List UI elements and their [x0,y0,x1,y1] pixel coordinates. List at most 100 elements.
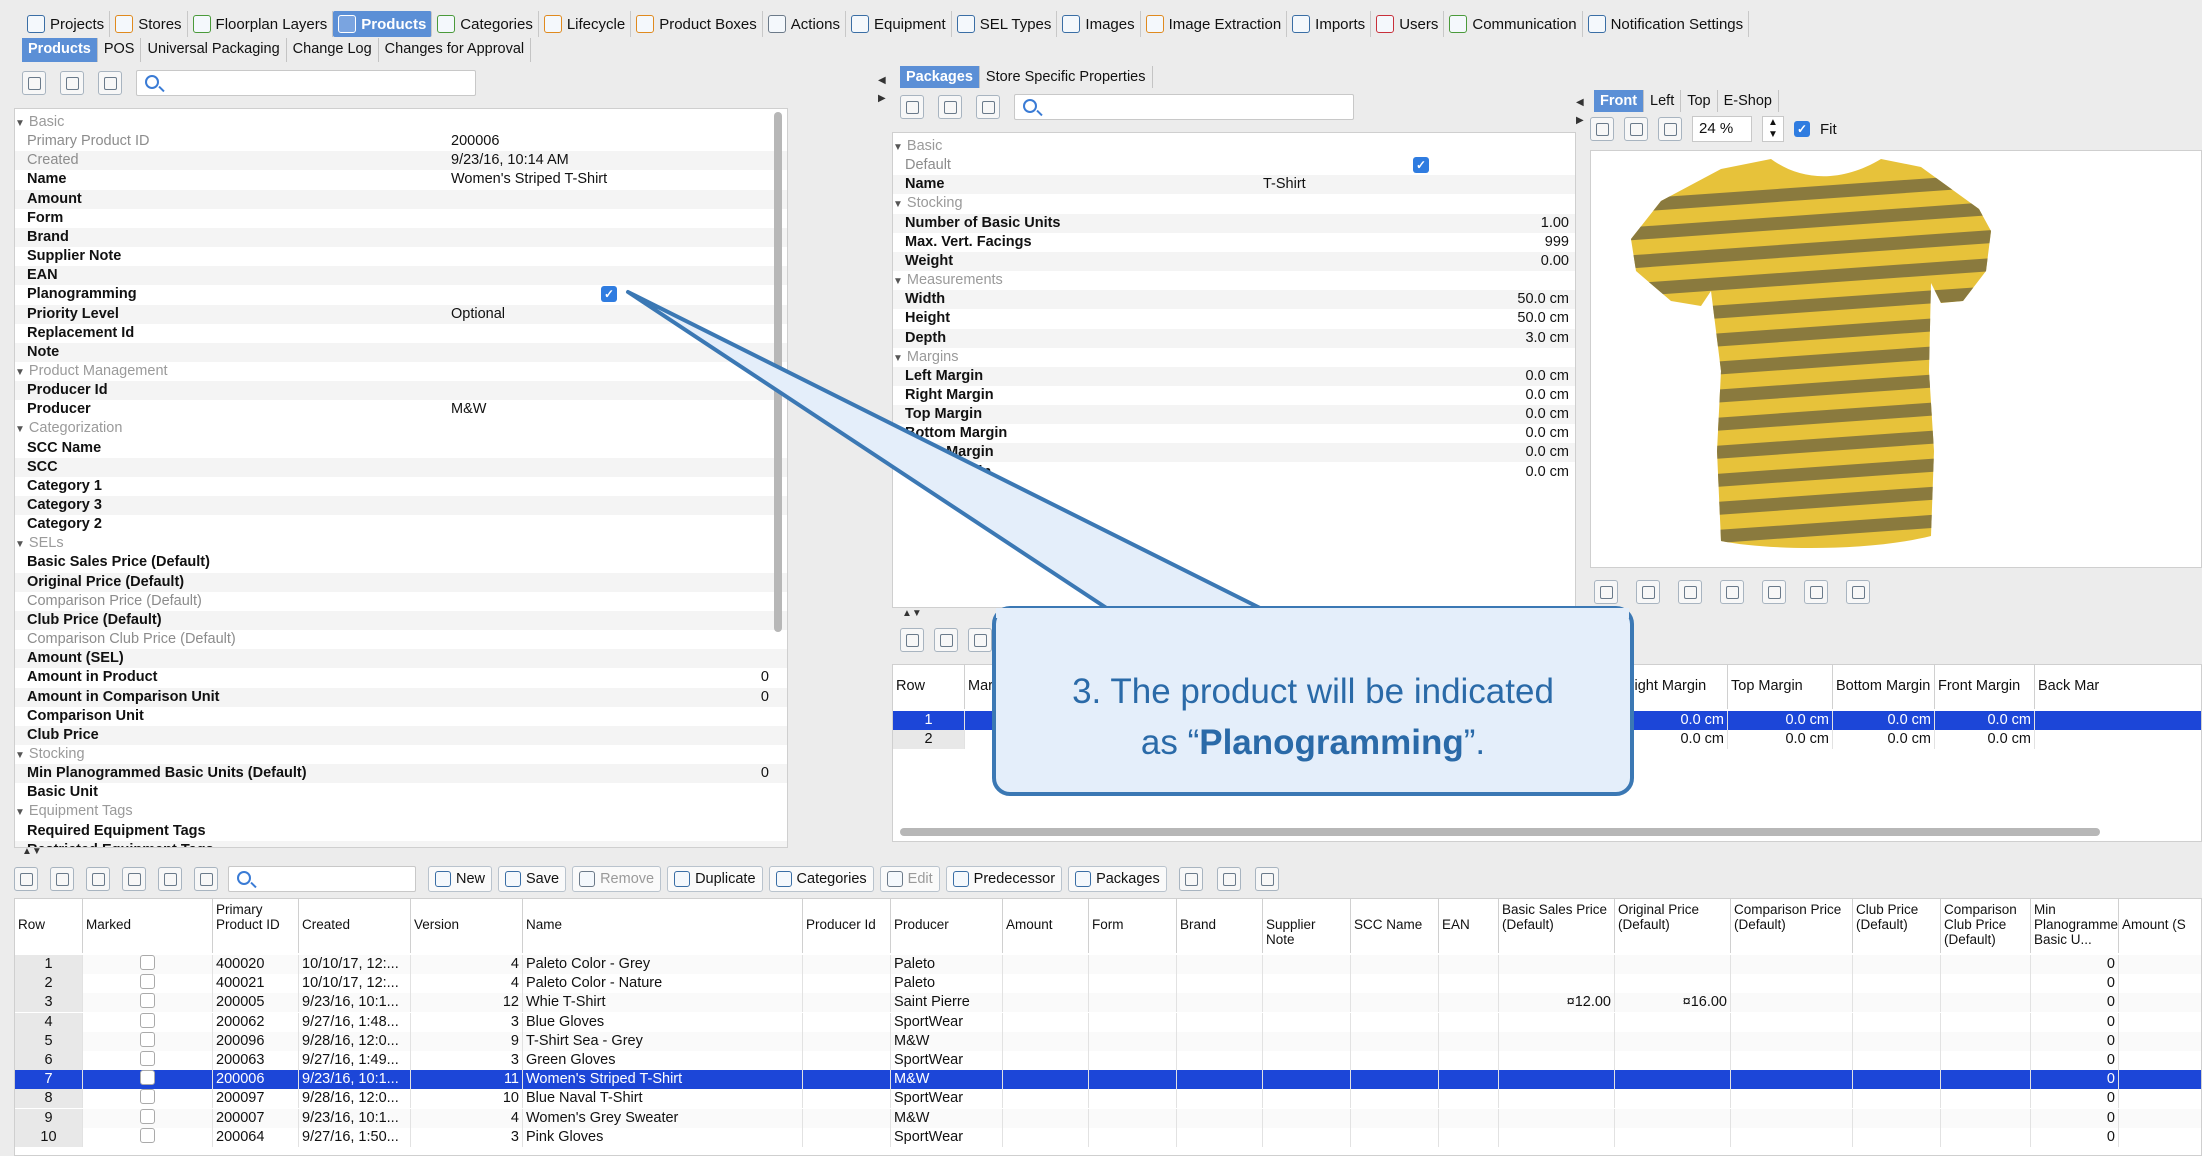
empty-cell[interactable] [1089,1108,1177,1128]
product-id-cell[interactable]: 200007 [213,1108,299,1128]
name-cell[interactable]: Blue Naval T-Shirt [523,1089,803,1109]
empty-cell[interactable] [2119,1032,2201,1051]
column-header-producer[interactable]: Producer [891,899,1003,953]
product-id-cell[interactable]: 200063 [213,1051,299,1070]
history-image-icon[interactable] [1846,580,1870,604]
empty-cell[interactable] [1731,1012,1853,1032]
property-value[interactable]: Women's Striped T-Shirt [451,170,607,189]
property-row-weight[interactable]: Weight 0.00 [893,251,1575,271]
property-row-min-planogrammed-basic-units-default[interactable]: Min Planogrammed Basic Units (Default) 0 [15,764,787,784]
column-header-version[interactable]: Version [411,899,523,953]
version-cell[interactable]: 10 [411,1089,523,1109]
table-row[interactable]: 8 200097 9/28/16, 12:0... 10 Blue Naval T-Sh… [15,1089,2201,1109]
basic-sales-price-cell[interactable] [1499,1012,1615,1032]
empty-cell[interactable] [1731,1089,1853,1109]
name-cell[interactable]: Paleto Color - Grey [523,955,803,974]
empty-cell[interactable] [803,1127,891,1147]
empty-cell[interactable] [2119,1051,2201,1070]
table-row[interactable]: 2 400021 10/10/17, 12:... 4 Paleto Color - N… [15,974,2201,994]
column-header-supplier-note[interactable]: Supplier Note [1263,899,1351,953]
select-icon[interactable] [900,628,924,652]
empty-cell[interactable] [1089,1089,1177,1109]
min-planogrammed-cell[interactable]: 0 [2031,993,2119,1013]
fit-checkbox[interactable]: ✓ [1794,121,1810,137]
empty-cell[interactable] [1439,1051,1499,1070]
empty-cell[interactable] [1351,1051,1439,1070]
property-row-amount[interactable]: Amount [15,189,787,209]
property-row-form[interactable]: Form [15,209,787,228]
marked-checkbox[interactable] [140,1031,155,1047]
copy-icon[interactable] [50,867,74,891]
new-button[interactable]: New [428,866,493,892]
empty-cell[interactable] [1853,974,1941,994]
empty-cell[interactable] [1003,1108,1089,1128]
version-cell[interactable]: 9 [411,1031,523,1051]
packages-search-input[interactable] [1014,94,1354,120]
margin-cell[interactable]: 0.0 cm [1621,730,1728,749]
created-cell[interactable]: 10/10/17, 12:... [299,955,411,974]
basic-sales-price-cell[interactable] [1499,1051,1615,1070]
basic-sales-price-cell[interactable] [1499,1089,1615,1109]
section-basic[interactable]: Basic [15,113,787,132]
column-header-amount-s[interactable]: Amount (S [2119,899,2201,953]
column-header-row[interactable]: Row [893,665,965,709]
producer-cell[interactable]: SportWear [891,1051,1003,1070]
producer-cell[interactable]: Saint Pierre [891,993,1003,1013]
producer-cell[interactable]: SportWear [891,1012,1003,1032]
empty-cell[interactable] [803,1108,891,1128]
section-margins[interactable]: Margins [893,348,1575,367]
margin-cell[interactable]: 0.0 cm [1728,711,1833,730]
empty-cell[interactable] [1263,1089,1351,1109]
min-planogrammed-cell[interactable]: 0 [2031,1031,2119,1051]
property-number[interactable]: 0.0 cm [1525,443,1569,462]
empty-cell[interactable] [1177,993,1263,1013]
product-id-cell[interactable]: 200062 [213,1012,299,1032]
property-number[interactable]: 999 [1545,233,1569,252]
sub-tab-pos[interactable]: POS [98,38,142,62]
created-cell[interactable]: 9/23/16, 10:1... [299,1070,411,1090]
marked-checkbox[interactable] [140,1051,155,1066]
original-price-cell[interactable] [1615,1012,1731,1032]
column-header-basic-sales-price-default[interactable]: Basic Sales Price (Default) [1499,899,1615,953]
collapse-left-arrows[interactable]: ◀ ▶ [878,72,886,108]
producer-cell[interactable]: M&W [891,1031,1003,1051]
column-header-club-price-default[interactable]: Club Price (Default) [1853,899,1941,953]
product-id-cell[interactable]: 200006 [213,1070,299,1090]
empty-cell[interactable] [1439,993,1499,1013]
name-cell[interactable]: T-Shirt Sea - Grey [523,1031,803,1051]
empty-cell[interactable] [1941,955,2031,974]
property-row-restricted-equipment-tags[interactable]: Restricted Equipment Tags [15,840,787,847]
empty-cell[interactable] [1177,1051,1263,1070]
empty-cell[interactable] [1177,1070,1263,1090]
created-cell[interactable]: 9/28/16, 12:0... [299,1031,411,1051]
zoom-fit-icon[interactable] [1658,117,1682,141]
marked-checkbox[interactable] [140,955,155,970]
name-cell[interactable]: Pink Gloves [523,1127,803,1147]
download-icon[interactable] [1178,867,1203,891]
empty-cell[interactable] [1003,974,1089,994]
main-tab-image-extraction[interactable]: Image Extraction [1141,11,1288,37]
margin-cell[interactable]: 0.0 cm [1833,711,1935,730]
property-row-depth[interactable]: Depth 3.0 cm [893,328,1575,348]
product-id-cell[interactable]: 200005 [213,993,299,1013]
basic-sales-price-cell[interactable] [1499,1031,1615,1051]
name-cell[interactable]: Women's Striped T-Shirt [523,1070,803,1090]
marked-checkbox[interactable] [140,1127,155,1143]
version-cell[interactable]: 4 [411,974,523,994]
empty-cell[interactable] [1177,1127,1263,1147]
empty-cell[interactable] [1439,955,1499,974]
property-number[interactable]: 0 [761,688,769,707]
table-row[interactable]: 3 200005 9/23/16, 10:1... 12 Whie T-Shirt Sai… [15,993,2201,1013]
empty-cell[interactable] [1853,1127,1941,1147]
empty-cell[interactable] [1351,1012,1439,1032]
empty-cell[interactable] [803,1051,891,1070]
min-planogrammed-cell[interactable]: 0 [2031,955,2119,974]
remove-button[interactable]: Remove [572,866,662,892]
empty-cell[interactable] [1351,993,1439,1013]
margin-cell[interactable]: 0.0 cm [1728,730,1833,749]
property-number[interactable]: 1.00 [1541,214,1569,233]
created-cell[interactable]: 9/23/16, 10:1... [299,993,411,1013]
empty-cell[interactable] [803,1012,891,1032]
main-tab-communication[interactable]: Communication [1444,11,1583,37]
column-header-name[interactable]: Name [523,899,803,953]
